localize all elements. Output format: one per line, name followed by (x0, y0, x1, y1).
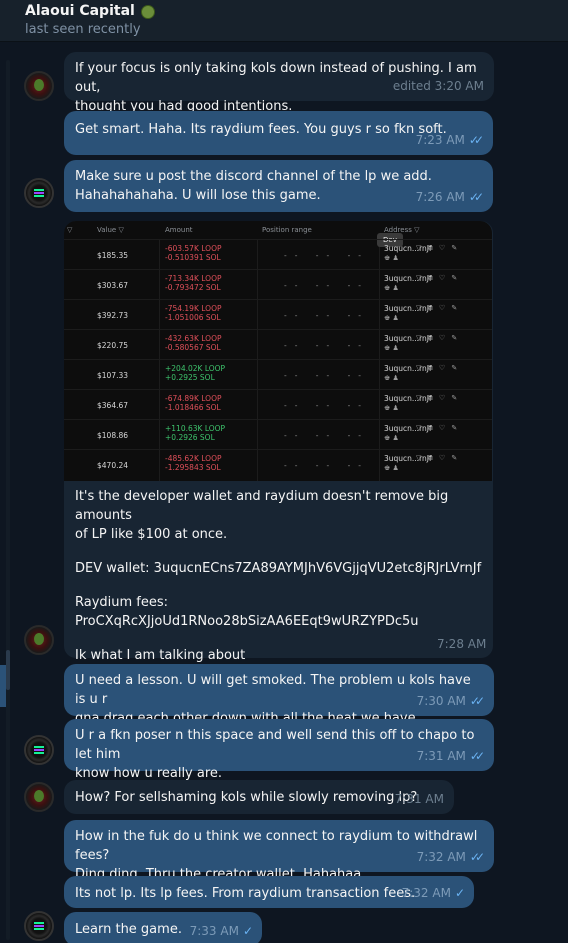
title-emoji-icon (140, 4, 155, 19)
message-time: 7:32 AM ✓✓ (416, 848, 485, 867)
message-text: of LP like $100 at once. (75, 527, 228, 542)
message-time: 7:32 AM ✓ (401, 884, 465, 903)
timestamp: 7:31 AM (394, 792, 444, 806)
message-time: 7:33 AM ✓ (189, 922, 253, 941)
screenshot-image[interactable]: ▽ Value ▽ Amount Position range Address … (64, 221, 492, 481)
last-seen-status: last seen recently (25, 22, 141, 37)
message-bubble[interactable]: U need a lesson. U will get smoked. The … (64, 664, 494, 726)
read-check-icon: ✓✓ (469, 850, 485, 864)
message-time: 7:31 AM ✓✓ (416, 747, 485, 766)
avatar[interactable] (24, 71, 54, 101)
timestamp: 7:33 AM (189, 924, 239, 938)
message-bubble[interactable]: Make sure u post the discord channel of … (64, 160, 493, 212)
message-bubble[interactable]: How in the fuk do u think we connect to … (64, 820, 494, 882)
header-amount: Amount (165, 226, 193, 234)
read-check-icon: ✓ (242, 924, 253, 938)
table-row: $108.86 +110.63K LOOP +0.2926 SOL -- -- … (64, 419, 492, 449)
read-check-icon: ✓ (454, 886, 465, 900)
chat-header[interactable]: Alaoui Capital last seen recently (0, 0, 568, 42)
read-check-icon: ✓✓ (468, 190, 484, 204)
chat-title[interactable]: Alaoui Capital (25, 3, 135, 20)
message-caption: It's the developer wallet and raydium do… (75, 487, 490, 665)
table-header: ▽ Value ▽ Amount Position range Address … (64, 221, 492, 239)
read-check-icon: ✓✓ (469, 749, 485, 763)
scrollbar-track[interactable] (6, 60, 10, 940)
message-bubble[interactable]: Learn the game. 7:33 AM ✓ (64, 912, 262, 943)
avatar[interactable] (24, 735, 54, 765)
message-text: It's the developer wallet and raydium do… (75, 489, 449, 523)
avatar[interactable] (24, 782, 54, 812)
avatar[interactable] (24, 178, 54, 208)
message-bubble[interactable]: U r a fkn poser n this space and well se… (64, 719, 494, 781)
table-row: $185.35 -603.57K LOOP -0.510391 SOL -- -… (64, 239, 492, 269)
table-row: $107.33 +204.02K LOOP +0.2925 SOL -- -- … (64, 359, 492, 389)
read-check-icon: ✓✓ (469, 694, 485, 708)
timestamp: 7:31 AM (416, 749, 466, 763)
chat-title-row[interactable]: Alaoui Capital (25, 3, 568, 20)
scrollbar-thumb[interactable] (6, 650, 10, 690)
timestamp: 7:32 AM (416, 850, 466, 864)
message-bubble[interactable]: How? For sellshaming kols while slowly r… (64, 780, 454, 814)
selection-indicator (0, 665, 6, 707)
message-text: ProCXqRcXJjoUd1RNoo28bSizAA6EEqt9wURZYPD… (75, 614, 419, 629)
message-text: Make sure u post the discord channel of … (75, 169, 432, 184)
timestamp: 7:32 AM (401, 886, 451, 900)
timestamp: 7:30 AM (416, 694, 466, 708)
avatar[interactable] (24, 625, 54, 655)
timestamp: 7:23 AM (415, 133, 465, 147)
message-time: 7:31 AM (395, 790, 444, 809)
table-row: $470.24 -485.62K LOOP -1.295843 SOL -- -… (64, 449, 492, 479)
read-check-icon: ✓✓ (468, 133, 484, 147)
message-time: 7:30 AM ✓✓ (416, 692, 485, 711)
message-bubble[interactable]: If your focus is only taking kols down i… (64, 52, 494, 114)
message-time: 7:28 AM (437, 637, 487, 651)
header-range: Position range (262, 226, 312, 234)
message-text: How? For sellshaming kols while slowly r… (75, 790, 418, 805)
table-row: $220.75 -432.63K LOOP -0.580567 SOL -- -… (64, 329, 492, 359)
header-value: Value ▽ (97, 226, 124, 234)
message-text: Ik what I am talking about (75, 648, 246, 663)
message-bubble[interactable]: Get smart. Haha. Its raydium fees. You g… (64, 111, 493, 155)
message-time: 7:23 AM ✓✓ (415, 131, 484, 150)
message-time: 7:26 AM ✓✓ (415, 188, 484, 207)
table-row: $392.73 -754.19K LOOP -1.051006 SOL -- -… (64, 299, 492, 329)
message-text: Raydium fees: (75, 595, 169, 610)
avatar[interactable] (24, 911, 54, 941)
timestamp: edited 3:20 AM (392, 79, 484, 93)
table-row: $303.67 -713.34K LOOP -0.793472 SOL -- -… (64, 269, 492, 299)
filter-icon: ▽ (67, 226, 73, 234)
message-time: edited 3:20 AM (393, 77, 484, 96)
message-bubble[interactable]: Its not lp. Its lp fees. From raydium tr… (64, 876, 474, 908)
table-row: $364.67 -674.89K LOOP -1.018466 SOL -- -… (64, 389, 492, 419)
timestamp: 7:26 AM (415, 190, 465, 204)
message-text: DEV wallet: 3uqucnECns7ZA89AYMJhV6VGjjqV… (75, 561, 482, 576)
